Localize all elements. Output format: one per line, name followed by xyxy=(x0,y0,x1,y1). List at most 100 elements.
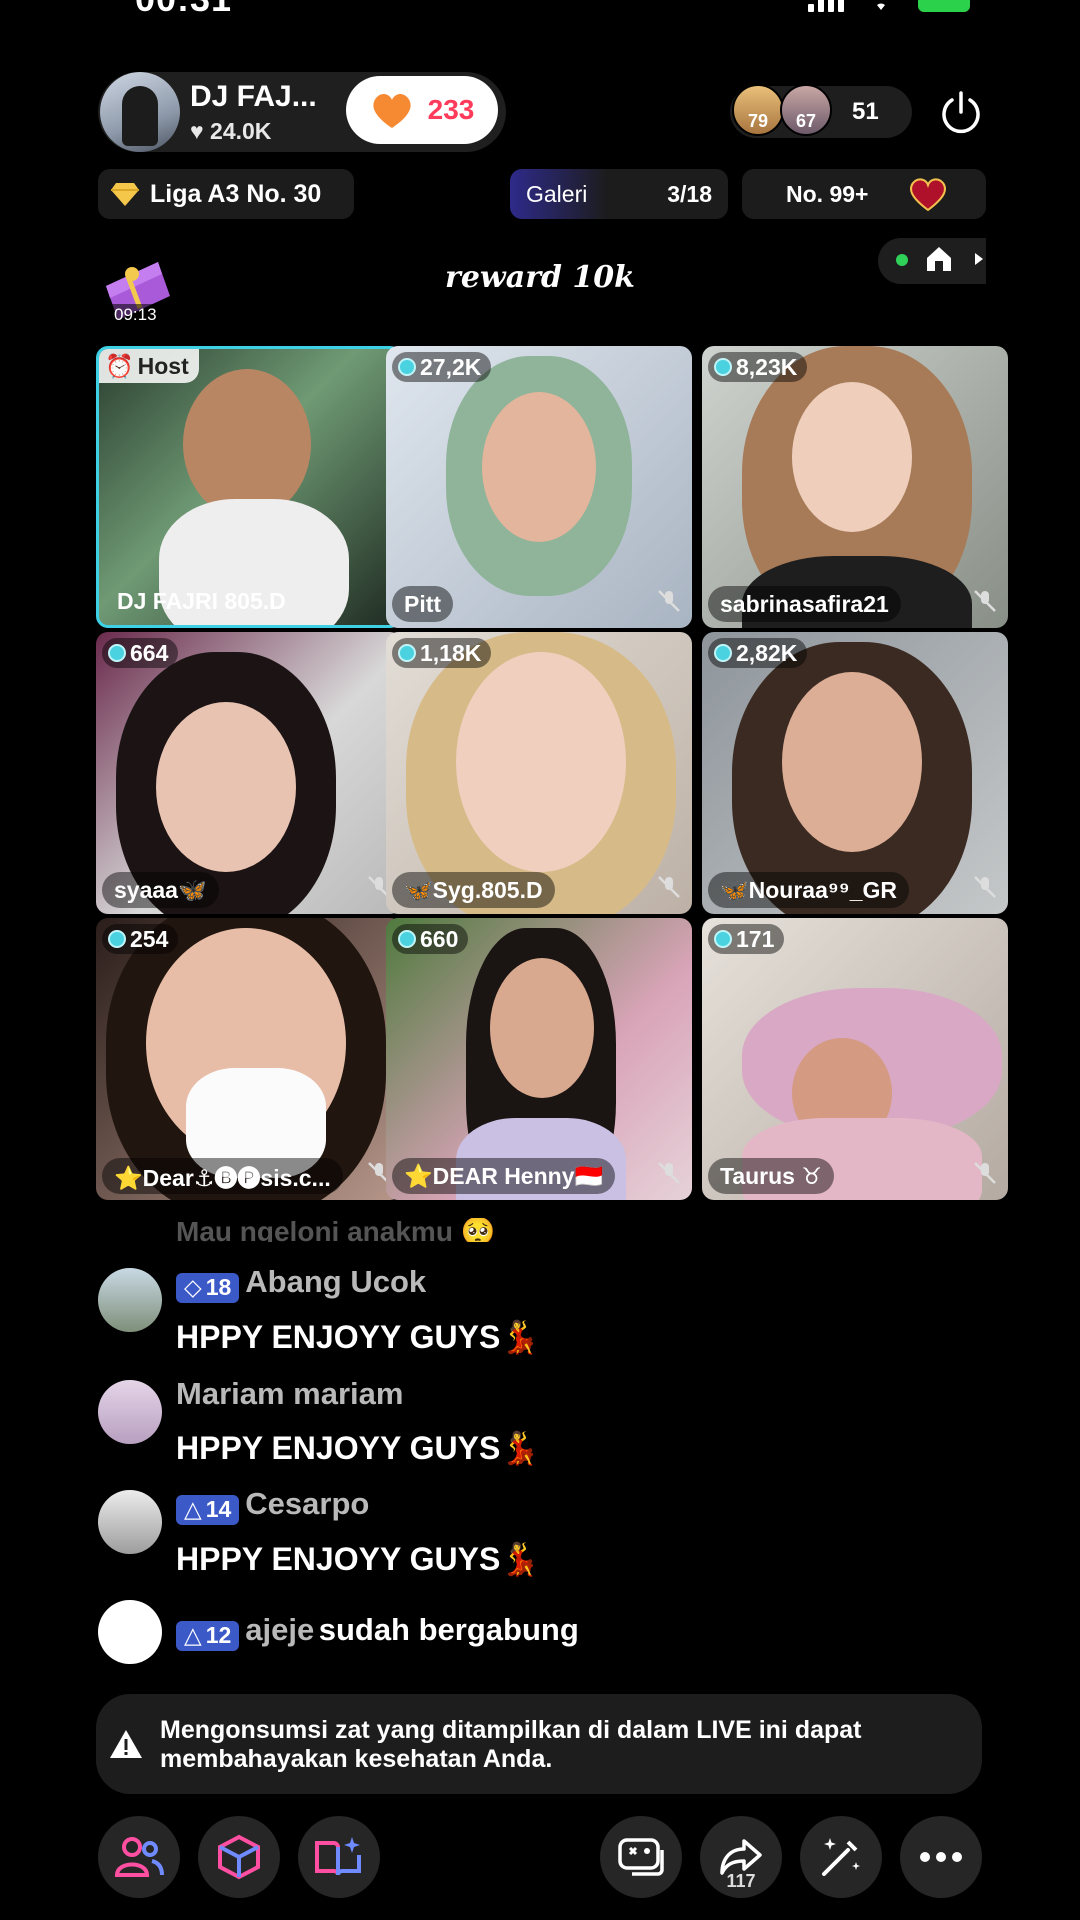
comment-username[interactable]: Mariam mariam xyxy=(176,1376,403,1411)
score-badge: 2,82K xyxy=(708,638,808,668)
mic-muted-icon xyxy=(658,1162,680,1184)
tile-name: 🦋Nouraa⁹⁹_GR xyxy=(708,872,910,908)
comment-avatar[interactable] xyxy=(98,1268,162,1332)
score-badge: 254 xyxy=(102,924,179,954)
join-username[interactable]: ajeje xyxy=(245,1612,314,1647)
level-diamond-icon: ◇ xyxy=(184,1274,202,1301)
warning-icon xyxy=(110,1730,142,1758)
tile-name: syaaa🦋 xyxy=(102,872,219,908)
magic-button[interactable] xyxy=(800,1816,882,1898)
score-badge: 27,2K xyxy=(392,352,492,382)
viewer-avatar[interactable]: 79 xyxy=(732,84,784,136)
comment-avatar[interactable] xyxy=(98,1380,162,1444)
heart-gift-icon xyxy=(910,178,947,212)
wifi-icon xyxy=(870,0,892,10)
gem-icon xyxy=(714,930,732,948)
level-pyramid-icon: △ xyxy=(184,1496,202,1523)
join-notice: △ 12 ajeje sudah bergabung xyxy=(176,1612,579,1651)
viewer-avatar[interactable]: 67 xyxy=(780,84,832,136)
status-icons xyxy=(808,0,970,12)
faded-comment: Mau ngeloni anakmu 🥺 xyxy=(176,1218,496,1242)
league-label: Liga A3 No. 30 xyxy=(150,179,322,208)
cube-icon xyxy=(218,1834,260,1880)
game-icon xyxy=(618,1838,664,1876)
vote-count: 233 xyxy=(427,94,475,125)
tile-name: ⭐Dear⚓🅑🅟sis.c... xyxy=(102,1158,343,1194)
home-icon[interactable] xyxy=(924,244,954,274)
mic-muted-icon xyxy=(974,1162,996,1184)
score-badge: 8,23K xyxy=(708,352,808,382)
guest-tile[interactable]: 254 ⭐Dear⚓🅑🅟sis.c... xyxy=(96,918,402,1200)
comment-header: ◇ 18 Abang Ucok xyxy=(176,1264,426,1303)
level-pyramid-icon: △ xyxy=(184,1622,202,1649)
comment-header: Mariam mariam xyxy=(176,1376,403,1412)
tile-name: 🦋Syg.805.D xyxy=(392,872,555,908)
gallery-label: Galeri xyxy=(526,180,588,207)
tile-name: DJ FAJRI 805.D xyxy=(117,587,286,614)
alarm-icon: ⏰ xyxy=(105,352,134,379)
share-button[interactable]: 117 xyxy=(700,1816,782,1898)
score-badge: 1,18K xyxy=(392,638,492,668)
score-badge: 660 xyxy=(392,924,469,954)
heart-vote-icon xyxy=(373,93,411,128)
score-badge: 171 xyxy=(708,924,785,954)
chevron-right-icon[interactable] xyxy=(974,252,984,266)
box-button[interactable] xyxy=(198,1816,280,1898)
more-icon xyxy=(920,1852,962,1862)
tile-name: Taurus ♉ xyxy=(708,1158,834,1194)
league-chip[interactable]: Liga A3 No. 30 xyxy=(98,169,354,219)
rank-label: No. 99+ xyxy=(786,180,869,207)
guest-tile[interactable]: 1,18K 🦋Syg.805.D xyxy=(386,632,692,914)
comment-username[interactable]: Cesarpo xyxy=(245,1486,369,1521)
book-button[interactable] xyxy=(298,1816,380,1898)
game-button[interactable] xyxy=(600,1816,682,1898)
tile-name: sabrinasafira21 xyxy=(708,586,901,622)
gem-icon xyxy=(714,358,732,376)
status-time: 00:31 xyxy=(135,0,232,20)
comment-username[interactable]: Abang Ucok xyxy=(245,1264,426,1299)
signal-icon xyxy=(808,0,844,12)
mic-muted-icon xyxy=(974,876,996,898)
guest-tile[interactable]: 2,82K 🦋Nouraa⁹⁹_GR xyxy=(702,632,1008,914)
guest-tile[interactable]: 8,23K sabrinasafira21 xyxy=(702,346,1008,628)
guest-tile[interactable]: 171 Taurus ♉ xyxy=(702,918,1008,1200)
timer: 09:13 xyxy=(108,304,163,326)
friends-button[interactable] xyxy=(98,1816,180,1898)
heart-icon: ♥ xyxy=(190,118,204,144)
gallery-count: 3/18 xyxy=(667,180,712,207)
warning-text: Mengonsumsi zat yang ditampilkan di dala… xyxy=(160,1716,862,1773)
people-icon xyxy=(114,1837,164,1877)
comment-header: △ 14 Cesarpo xyxy=(176,1486,369,1525)
host-name[interactable]: DJ FAJ... xyxy=(190,80,317,114)
gem-icon xyxy=(714,644,732,662)
level-badge: △ 12 xyxy=(176,1620,240,1651)
guest-tile[interactable]: 27,2K Pitt xyxy=(386,346,692,628)
rank-chip[interactable]: No. 99+ xyxy=(742,169,986,219)
vote-button[interactable]: 233 xyxy=(346,76,498,144)
battery-icon xyxy=(918,0,970,12)
level-badge: ◇ 18 xyxy=(176,1272,240,1303)
comment-avatar[interactable] xyxy=(98,1600,162,1664)
diamond-icon xyxy=(111,183,139,206)
gem-icon xyxy=(398,644,416,662)
gem-icon xyxy=(398,930,416,948)
magic-wand-icon xyxy=(822,1838,860,1876)
guest-tile[interactable]: 660 ⭐DEAR Henny🇮🇩 xyxy=(386,918,692,1200)
guest-tile[interactable]: ⏰ Host DJ FAJRI 805.D xyxy=(96,346,402,628)
viewer-count[interactable]: 51 xyxy=(852,98,879,126)
power-icon[interactable] xyxy=(936,88,986,138)
gallery-chip[interactable]: Galeri 3/18 xyxy=(510,169,728,219)
online-dot xyxy=(896,254,908,266)
score-badge: 664 xyxy=(102,638,179,668)
tile-name: ⭐DEAR Henny🇮🇩 xyxy=(392,1158,616,1194)
host-avatar[interactable] xyxy=(100,72,180,152)
host-likes: ♥ 24.0K xyxy=(190,118,271,145)
mic-muted-icon xyxy=(974,590,996,612)
comment-message: HPPY ENJOYY GUYS💃 xyxy=(176,1319,541,1355)
more-button[interactable] xyxy=(900,1816,982,1898)
comment-message: HPPY ENJOYY GUYS💃 xyxy=(176,1430,541,1466)
guest-tile[interactable]: 664 syaaa🦋 xyxy=(96,632,402,914)
mic-muted-icon xyxy=(658,876,680,898)
comment-avatar[interactable] xyxy=(98,1490,162,1554)
book-sparkle-icon xyxy=(315,1837,361,1876)
